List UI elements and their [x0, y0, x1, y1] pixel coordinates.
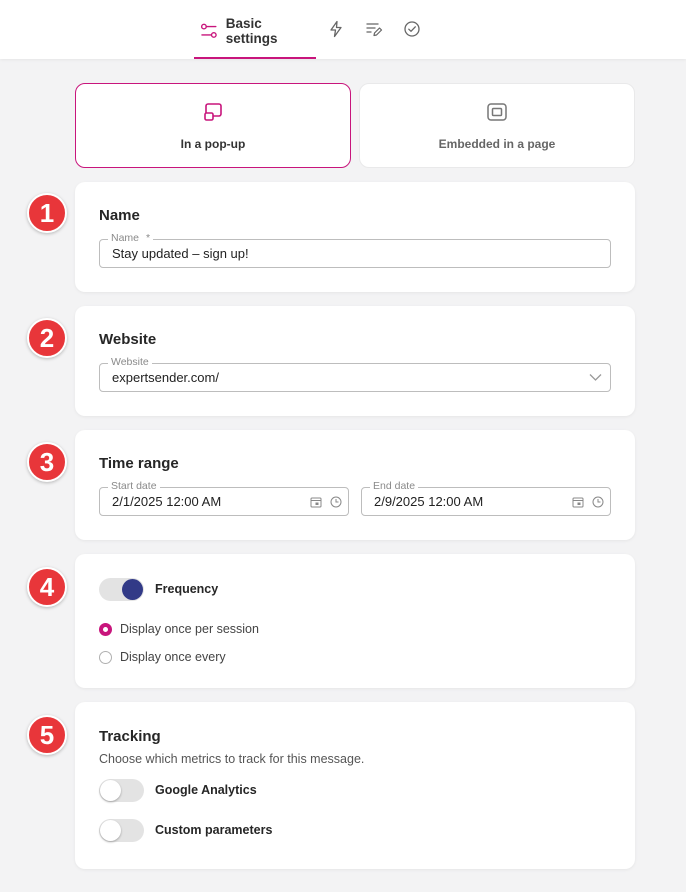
list-edit-icon[interactable] [365, 20, 383, 38]
calendar-icon[interactable] [310, 496, 322, 508]
radio-once-every-label: Display once every [120, 650, 226, 664]
mode-embedded-option[interactable]: Embedded in a page [359, 83, 635, 168]
frequency-card: Frequency Display once per session Displ… [75, 554, 635, 688]
time-range-card: Time range Start date 2/1/2025 12:00 AM … [75, 430, 635, 540]
tracking-card: Tracking Choose which metrics to track f… [75, 702, 635, 869]
time-range-title: Time range [99, 455, 179, 472]
tracking-description: Choose which metrics to track for this m… [99, 752, 365, 766]
start-date-label: Start date [108, 480, 160, 492]
toggle-knob [100, 780, 121, 801]
start-date-field[interactable]: Start date 2/1/2025 12:00 AM [99, 480, 349, 516]
step-badge-2: 2 [27, 318, 67, 358]
settings-tabbar: Basic settings [0, 0, 686, 59]
custom-parameters-toggle[interactable] [99, 819, 144, 842]
tracking-section-title: Tracking [99, 728, 161, 745]
sliders-icon [200, 23, 217, 38]
custom-parameters-label: Custom parameters [155, 823, 273, 837]
clock-icon[interactable] [592, 496, 604, 508]
name-card: Name Name * Stay updated – sign up! [75, 182, 635, 292]
website-field-value: expertsender.com/ [112, 370, 219, 385]
frequency-toggle-label: Frequency [155, 582, 219, 596]
step-badge-1: 1 [27, 193, 67, 233]
calendar-icon[interactable] [572, 496, 584, 508]
name-section-title: Name [99, 207, 140, 224]
google-analytics-toggle[interactable] [99, 779, 144, 802]
step-badge-5: 5 [27, 715, 67, 755]
website-select[interactable]: Website expertsender.com/ [99, 356, 611, 392]
end-date-field[interactable]: End date 2/9/2025 12:00 AM [361, 480, 611, 516]
chevron-down-icon[interactable] [589, 373, 602, 382]
tab-basic-settings-label: Basic settings [225, 16, 278, 46]
radio-once-every[interactable] [99, 651, 112, 664]
name-field[interactable]: Name * Stay updated – sign up! [99, 232, 611, 268]
end-date-label: End date [370, 480, 419, 492]
radio-once-per-session-label: Display once per session [120, 622, 259, 636]
active-tab-indicator [194, 57, 316, 59]
name-field-value: Stay updated – sign up! [112, 246, 249, 261]
mode-embedded-label: Embedded in a page [438, 137, 556, 151]
name-field-label: Name * [108, 232, 154, 244]
google-analytics-label: Google Analytics [155, 783, 257, 797]
website-section-title: Website [99, 331, 157, 348]
popup-window-icon [204, 103, 222, 121]
toggle-knob [122, 579, 143, 600]
required-asterisk: * [145, 232, 151, 244]
start-date-value: 2/1/2025 12:00 AM [112, 494, 222, 509]
frequency-toggle[interactable] [99, 578, 144, 601]
end-date-value: 2/9/2025 12:00 AM [374, 494, 484, 509]
website-field-label: Website [108, 356, 152, 368]
toggle-knob [100, 820, 121, 841]
clock-icon[interactable] [330, 496, 342, 508]
radio-once-per-session[interactable] [99, 623, 112, 636]
step-badge-3: 3 [27, 442, 67, 482]
step-badge-4: 4 [27, 567, 67, 607]
mode-popup-option[interactable]: In a pop-up [75, 83, 351, 168]
check-circle-icon[interactable] [403, 20, 421, 38]
tab-basic-settings[interactable]: Basic settings [194, 14, 316, 48]
embedded-frame-icon [487, 103, 507, 121]
lightning-icon[interactable] [327, 20, 345, 38]
mode-popup-label: In a pop-up [180, 137, 246, 151]
website-card: Website Website expertsender.com/ [75, 306, 635, 416]
